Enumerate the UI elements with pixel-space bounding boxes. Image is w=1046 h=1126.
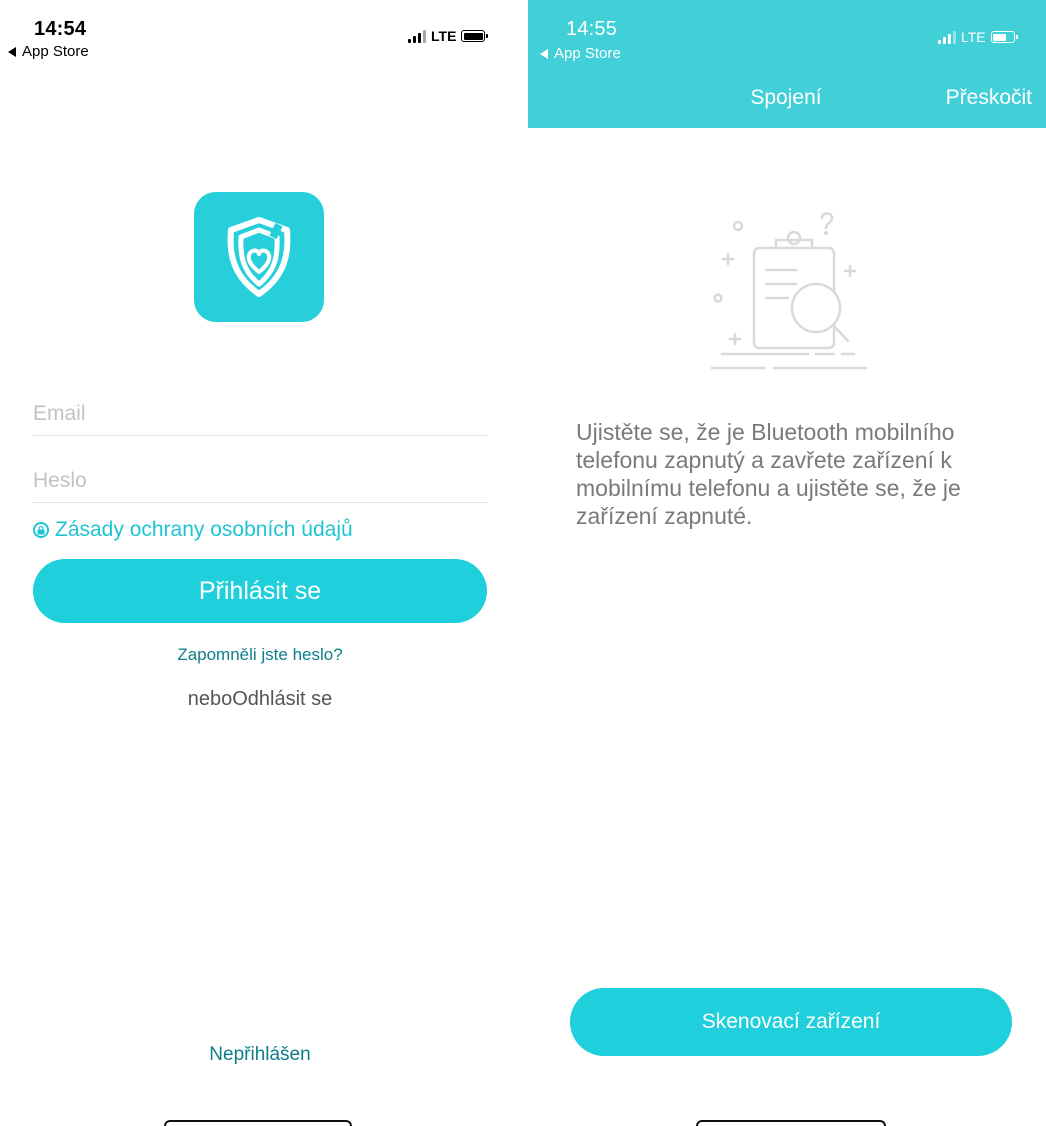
status-time: 14:55 [566,18,618,40]
connection-screen: 14:55 App Store LTE Spojení Přeskočit Uj… [528,0,1046,1126]
or-logout-link[interactable]: neboOdhlásit se [0,688,520,711]
login-button[interactable]: Přihlásit se [33,559,487,623]
signal-icon [938,30,956,44]
scan-device-button[interactable]: Skenovací zařízení [570,988,1012,1056]
network-label: LTE [431,28,457,44]
app-logo [194,192,324,322]
password-field[interactable] [33,460,487,503]
forgot-password-link[interactable]: Zapomněli jste heslo? [0,645,520,665]
status-time: 14:54 [34,18,87,40]
battery-icon [461,30,489,42]
not-logged-in-label: Nepřihlášen [209,1044,311,1065]
shield-heart-icon [227,217,291,297]
back-app-label: App Store [22,43,89,60]
status-indicators: LTE [938,29,1018,45]
battery-icon [990,31,1018,43]
network-label: LTE [961,29,986,45]
lock-icon [33,522,49,538]
back-to-app-store[interactable]: App Store [540,45,621,62]
email-field[interactable] [33,392,487,436]
status-indicators: LTE [408,28,489,44]
home-indicator[interactable] [696,1120,886,1126]
clipboard-search-illustration-icon [710,212,868,370]
back-app-label: App Store [554,45,621,62]
skip-button[interactable]: Přeskočit [946,86,1032,110]
page-title: Spojení [750,86,822,109]
home-indicator[interactable] [164,1120,352,1126]
privacy-policy-label: Zásady ochrany osobních údajů [55,518,353,541]
back-arrow-icon [540,48,548,59]
login-screen: 14:54 App Store LTE Email Zásady ochrany… [0,0,520,1126]
privacy-policy-link[interactable]: Zásady ochrany osobních údajů [33,518,353,542]
back-arrow-icon [8,46,16,57]
signal-icon [408,29,426,43]
bluetooth-instructions: Ujistěte se, že je Bluetooth mobilního t… [576,419,961,529]
app-root: 14:54 App Store LTE Email Zásady ochrany… [0,0,1046,1126]
back-to-app-store[interactable]: App Store [8,43,89,60]
